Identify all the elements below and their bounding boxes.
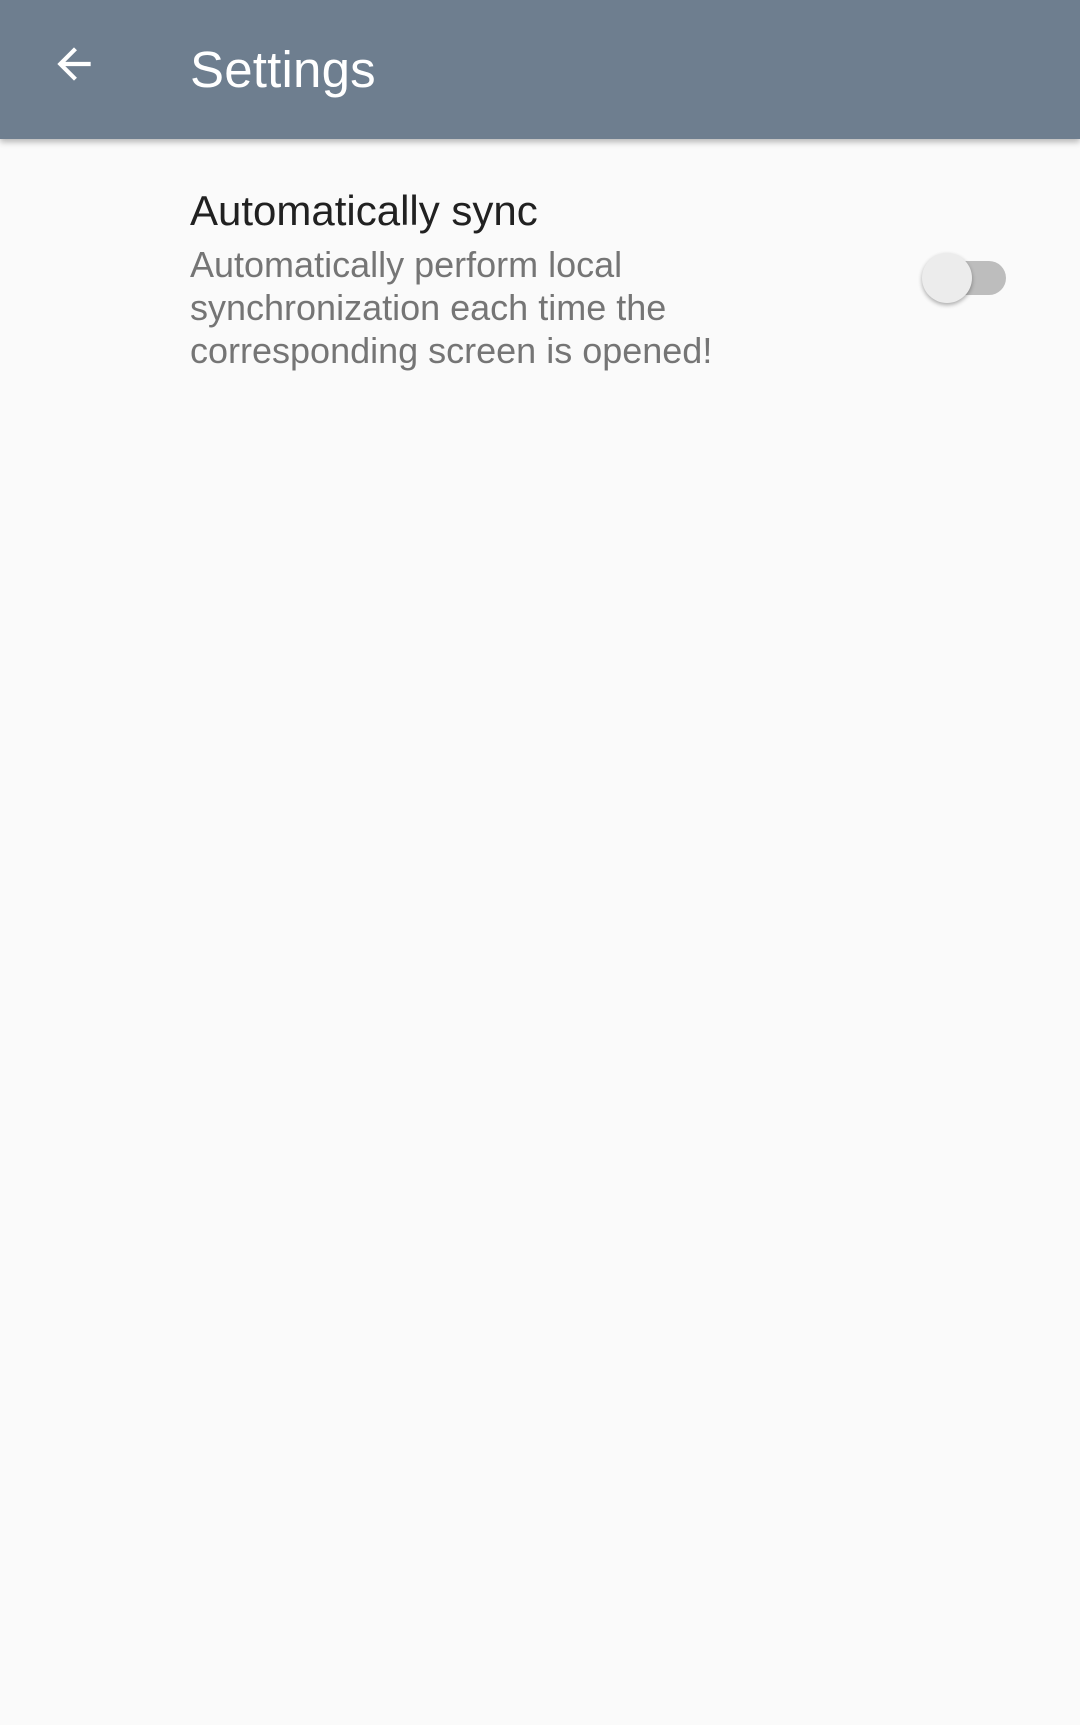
- arrow-back-icon: [49, 39, 99, 89]
- pref-item-automatically-sync[interactable]: Automatically sync Automatically perform…: [0, 139, 1080, 401]
- pref-title: Automatically sync: [190, 187, 538, 234]
- switch-thumb: [922, 253, 972, 303]
- page-title: Settings: [190, 41, 376, 98]
- pref-summary: Automatically perform local synchronizat…: [190, 244, 713, 371]
- auto-sync-switch[interactable]: [922, 250, 1008, 306]
- settings-list: Automatically sync Automatically perform…: [0, 139, 1080, 1725]
- back-button[interactable]: [30, 20, 118, 108]
- app-bar: Settings: [0, 0, 1080, 139]
